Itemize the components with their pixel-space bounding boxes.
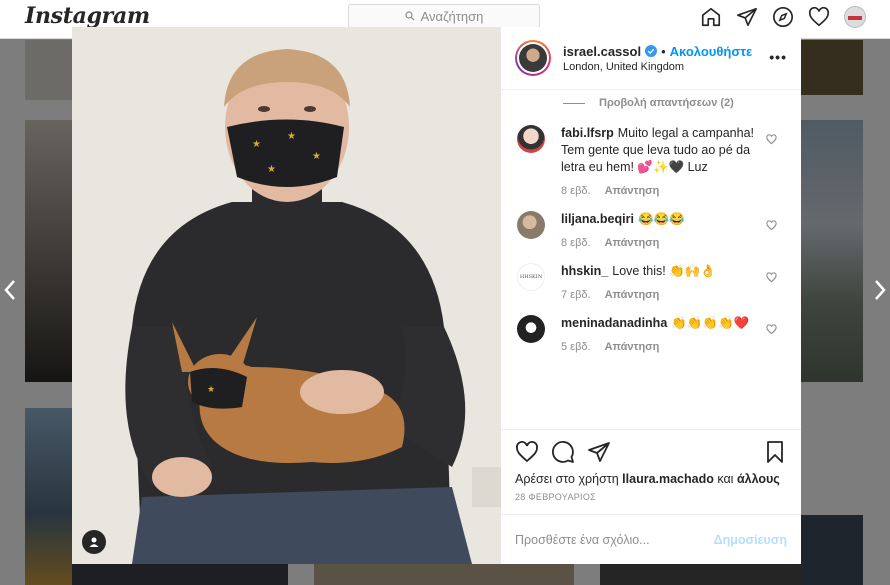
direct-icon[interactable] (736, 6, 758, 28)
author-username[interactable]: israel.cassol (563, 44, 641, 59)
comment-item: HHSKIN hhskin_ Love this! 👏🙌👌 7 εβδ. Απάντ… (515, 263, 787, 301)
avatar-logo-text: HHSKIN (519, 274, 543, 280)
comment-input[interactable] (515, 532, 714, 547)
reply-button[interactable]: Απάντηση (605, 289, 660, 301)
reply-button[interactable]: Απάντηση (605, 341, 660, 353)
comment-username[interactable]: fabi.lfsrp (561, 126, 614, 140)
comment-item: meninadanadinha 👏👏👏👏❤️ 5 εβδ. Απάντηση (515, 315, 787, 353)
svg-text:★: ★ (312, 151, 321, 162)
post-date[interactable]: 28 ΦΕΒΡΟΥΑΡΙΟΣ (515, 492, 787, 502)
likes-and: και (717, 472, 734, 486)
user-tag-button[interactable] (82, 530, 106, 554)
post-photo[interactable]: ★ ★ ★ ★ ★ (72, 27, 501, 564)
separator-dot: • (661, 43, 666, 59)
comment-username[interactable]: hhskin_ (561, 264, 608, 278)
home-icon[interactable] (700, 6, 722, 28)
comment-time[interactable]: 5 εβδ. (561, 341, 591, 353)
comments-list: Προβολή απαντήσεων (2) fabi.lfsrp Muito l… (501, 90, 801, 429)
search-bar[interactable]: Αναζήτηση (348, 4, 540, 28)
previous-arrow-icon[interactable] (2, 278, 18, 302)
more-options-icon[interactable]: ••• (769, 49, 787, 65)
bookmark-icon[interactable] (763, 440, 787, 464)
post-comment-button[interactable]: Δημοσίευση (714, 533, 787, 547)
user-icon (89, 537, 99, 547)
comment-avatar[interactable] (517, 211, 545, 239)
replies-divider (563, 102, 585, 104)
comment-like-icon[interactable] (766, 220, 777, 231)
post-sidebar: israel.cassol • Ακολουθήστε London, Unit… (501, 27, 801, 564)
explore-icon[interactable] (772, 6, 794, 28)
follow-button[interactable]: Ακολουθήστε (670, 44, 753, 59)
comment-text: 👏👏👏👏❤️ (671, 316, 750, 330)
comment-time[interactable]: 7 εβδ. (561, 289, 591, 301)
next-arrow-icon[interactable] (872, 278, 888, 302)
comment-username[interactable]: liljana.beqiri (561, 212, 634, 226)
add-comment-bar: Δημοσίευση (501, 514, 801, 564)
comment-icon[interactable] (551, 440, 575, 464)
comment-item: liljana.beqiri 😂😂😂 8 εβδ. Απάντηση (515, 211, 787, 249)
likes-others-link[interactable]: άλλους (737, 472, 780, 486)
likes-summary: Αρέσει στο χρήστη llaura.machado και άλλ… (515, 472, 787, 486)
heart-icon[interactable] (808, 6, 830, 28)
instagram-logo[interactable]: Instagram (25, 3, 150, 29)
profile-avatar[interactable] (844, 6, 866, 28)
verified-badge-icon (645, 45, 658, 57)
reply-button[interactable]: Απάντηση (605, 185, 660, 197)
view-replies-label: Προβολή απαντήσεων (2) (599, 97, 734, 109)
comment-time[interactable]: 8 εβδ. (561, 185, 591, 197)
svg-text:★: ★ (267, 164, 276, 175)
search-placeholder: Αναζήτηση (420, 8, 484, 24)
reply-button[interactable]: Απάντηση (605, 237, 660, 249)
comment-text: Love this! 👏🙌👌 (612, 264, 716, 278)
like-icon[interactable] (515, 440, 539, 464)
post-actions: Αρέσει στο χρήστη llaura.machado και άλλ… (501, 429, 801, 514)
view-replies-button[interactable]: Προβολή απαντήσεων (2) (563, 97, 787, 109)
comment-item: fabi.lfsrp Muito legal a campanha! Tem ge… (515, 125, 787, 197)
post-header: israel.cassol • Ακολουθήστε London, Unit… (501, 27, 801, 90)
comment-avatar[interactable]: HHSKIN (517, 263, 545, 291)
post-photo-illustration: ★ ★ ★ ★ ★ (72, 27, 501, 564)
comment-text: 😂😂😂 (637, 212, 685, 226)
svg-text:★: ★ (287, 131, 296, 142)
comment-time[interactable]: 8 εβδ. (561, 237, 591, 249)
svg-text:★: ★ (207, 384, 215, 394)
comment-like-icon[interactable] (766, 272, 777, 283)
comment-avatar[interactable] (517, 315, 545, 343)
svg-text:★: ★ (252, 139, 261, 150)
post-modal: ★ ★ ★ ★ ★ israel.cassol • Ακολουθήστε Lo… (72, 27, 801, 564)
comment-like-icon[interactable] (766, 134, 777, 145)
liked-by-user[interactable]: llaura.machado (622, 472, 714, 486)
comment-username[interactable]: meninadanadinha (561, 316, 667, 330)
search-icon (404, 11, 415, 21)
comment-avatar[interactable] (517, 125, 545, 153)
post-location[interactable]: London, United Kingdom (563, 61, 752, 73)
nav-icons (700, 6, 866, 28)
likes-prefix: Αρέσει στο χρήστη (515, 472, 619, 486)
author-avatar[interactable] (515, 40, 551, 76)
share-icon[interactable] (587, 440, 611, 464)
comment-like-icon[interactable] (766, 324, 777, 335)
